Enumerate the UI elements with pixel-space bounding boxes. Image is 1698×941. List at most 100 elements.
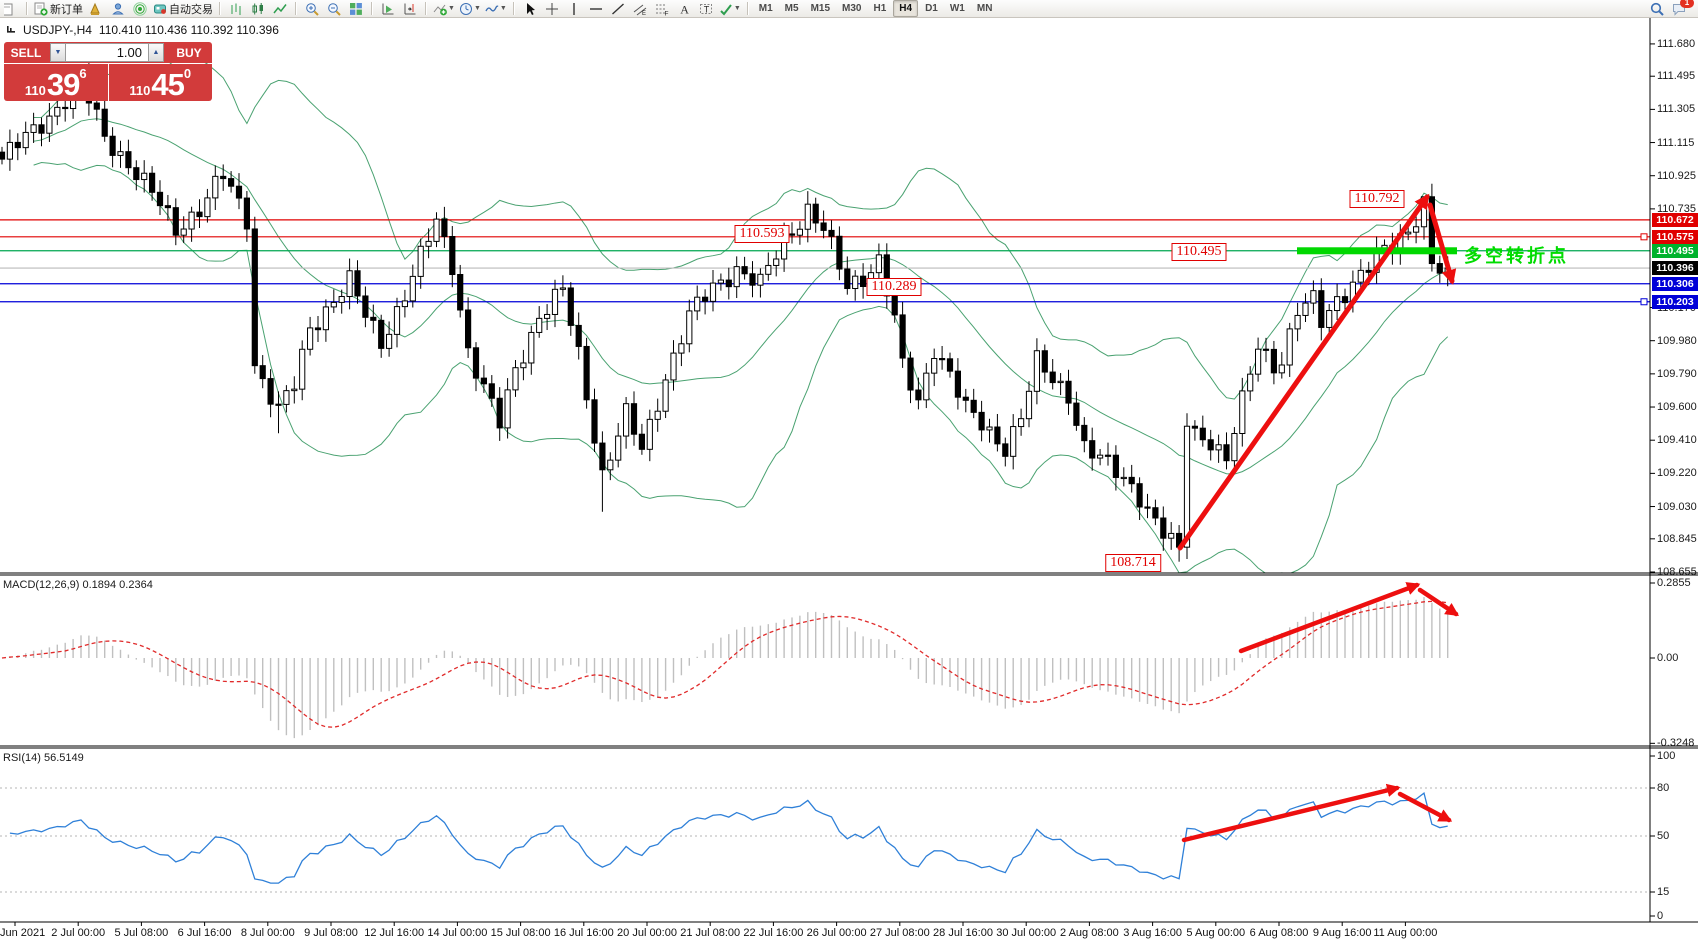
- candle-body: [213, 176, 218, 198]
- rsi-trend-arrow[interactable]: [1184, 788, 1397, 840]
- text-label-button[interactable]: T: [696, 1, 716, 16]
- rsi-trend-arrow[interactable]: [1400, 794, 1449, 820]
- sell-button[interactable]: SELL: [4, 42, 48, 63]
- profile-button[interactable]: [108, 1, 128, 16]
- candle-body: [1358, 270, 1363, 282]
- arrows-button[interactable]: ▼: [718, 1, 742, 16]
- line-handle[interactable]: [1641, 234, 1647, 240]
- candle-body: [1034, 351, 1039, 392]
- time-axis-label: 14 Jul 00:00: [427, 927, 487, 939]
- vertical-line-button[interactable]: [564, 1, 584, 16]
- trendline-button[interactable]: [608, 1, 628, 16]
- chat-button[interactable]: 1: [1669, 1, 1689, 16]
- candle-body: [102, 109, 107, 136]
- chart-shift-button[interactable]: [400, 1, 420, 16]
- candle-body: [766, 265, 771, 274]
- turning-point-annotation[interactable]: 多空转折点: [1464, 242, 1569, 268]
- timeframe-mn-button[interactable]: MN: [972, 1, 998, 16]
- signal-icon: [133, 2, 147, 16]
- timeframe-m1-button[interactable]: M1: [754, 1, 778, 16]
- volume-input[interactable]: [66, 43, 148, 62]
- indicators-button[interactable]: ▼: [432, 1, 456, 16]
- candle-body: [892, 296, 897, 315]
- candle-chart-button[interactable]: [248, 1, 268, 16]
- price-annotation-label[interactable]: 110.495: [1172, 243, 1227, 261]
- candle-body: [537, 318, 542, 332]
- timeframe-h1-button[interactable]: H1: [868, 1, 891, 16]
- volume-increase-button[interactable]: ▲: [148, 43, 164, 62]
- new-order-button[interactable]: 新订单: [33, 1, 84, 16]
- candle-body: [47, 116, 52, 133]
- macd-trend-arrow[interactable]: [1420, 590, 1456, 614]
- crosshair-button[interactable]: [542, 1, 562, 16]
- turning-point-segment[interactable]: [1297, 247, 1457, 254]
- bar-chart-button[interactable]: [226, 1, 246, 16]
- main-pane[interactable]: [0, 57, 1650, 573]
- candle-body: [734, 267, 739, 287]
- search-button[interactable]: [1647, 1, 1667, 16]
- candle-body: [1406, 232, 1411, 234]
- price-annotation-label[interactable]: 110.792: [1350, 190, 1405, 208]
- volume-decrease-button[interactable]: ▼: [50, 43, 66, 62]
- signal-button[interactable]: [130, 1, 150, 16]
- profile-icon: [111, 2, 125, 16]
- candle-body: [703, 297, 708, 301]
- periods-button[interactable]: ▼: [458, 1, 482, 16]
- candle-body: [7, 142, 12, 159]
- candle-body: [331, 302, 336, 307]
- horizontal-line-button[interactable]: [586, 1, 606, 16]
- timeframe-m15-button[interactable]: M15: [806, 1, 835, 16]
- line-handle[interactable]: [1641, 299, 1647, 305]
- shiftchart-icon: [403, 2, 417, 16]
- candle-body: [987, 427, 992, 430]
- candle-body: [1184, 426, 1189, 547]
- tile-windows-button[interactable]: [346, 1, 366, 16]
- macd-tick-label: 0.00: [1657, 652, 1698, 664]
- crayon-button[interactable]: [86, 1, 106, 16]
- rsi-pane[interactable]: [0, 788, 1650, 892]
- text-button[interactable]: A: [674, 1, 694, 16]
- zoom-in-button[interactable]: [302, 1, 322, 16]
- candle-body: [861, 276, 866, 286]
- candle-body: [1082, 425, 1087, 440]
- candle-body: [1224, 445, 1229, 461]
- candle-body: [1026, 391, 1031, 418]
- rsi-tick-label: 50: [1657, 830, 1698, 842]
- candle-body: [31, 125, 36, 133]
- cursor-button[interactable]: [520, 1, 540, 16]
- clipped-chart-button: [1, 1, 21, 16]
- rsi-tick-label: 0: [1657, 910, 1698, 922]
- candle-body: [473, 348, 478, 378]
- fibonacci-button[interactable]: F: [652, 1, 672, 16]
- addind-icon: [433, 2, 447, 16]
- candle-body: [236, 186, 241, 198]
- candle-body: [624, 404, 629, 436]
- price-annotation-label[interactable]: 110.593: [735, 225, 790, 243]
- rsi-label: RSI(14) 56.5149: [3, 752, 84, 764]
- sell-quote[interactable]: 110 39 6: [4, 64, 108, 101]
- equidistant-channel-button[interactable]: E: [630, 1, 650, 16]
- line-chart-button[interactable]: [270, 1, 290, 16]
- zoomin-icon: [305, 2, 319, 16]
- candle-body: [671, 353, 676, 380]
- zoom-out-button[interactable]: [324, 1, 344, 16]
- candle-body: [1216, 445, 1221, 450]
- timeframe-m30-button[interactable]: M30: [837, 1, 866, 16]
- buy-button[interactable]: BUY: [166, 42, 212, 63]
- macd-pane[interactable]: [2, 585, 1456, 738]
- autotrade-button[interactable]: 自动交易: [152, 1, 214, 16]
- price-annotation-label[interactable]: 108.714: [1105, 554, 1161, 572]
- templates-button[interactable]: ▼: [484, 1, 508, 16]
- auto-scroll-button[interactable]: [378, 1, 398, 16]
- candle-body: [1319, 291, 1324, 328]
- timeframe-h4-button[interactable]: H4: [893, 0, 918, 17]
- timeframe-d1-button[interactable]: D1: [920, 1, 943, 16]
- toolbar-right-group: 1: [1646, 1, 1690, 16]
- buy-quote[interactable]: 110 45 0: [109, 64, 213, 101]
- timeframe-w1-button[interactable]: W1: [945, 1, 970, 16]
- timeframe-m5-button[interactable]: M5: [780, 1, 804, 16]
- dropdown-arrow-icon: ▼: [448, 5, 455, 12]
- price-annotation-label[interactable]: 110.289: [867, 278, 922, 296]
- chart-canvas[interactable]: [0, 0, 1698, 941]
- candle-body: [853, 276, 858, 288]
